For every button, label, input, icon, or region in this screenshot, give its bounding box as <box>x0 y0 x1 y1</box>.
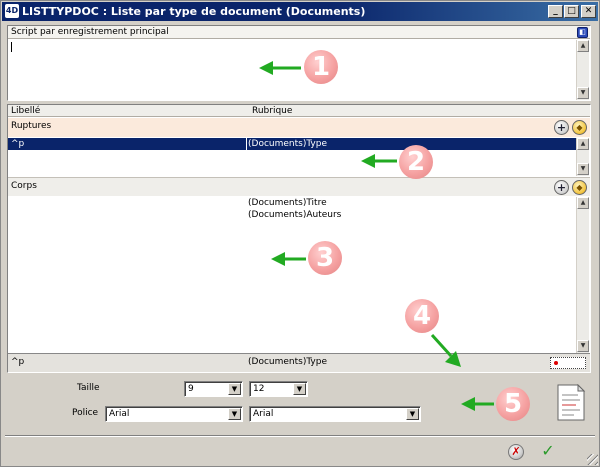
dialog-window: 4D LISTTYPDOC : Liste par type de docume… <box>0 0 600 467</box>
resize-grip-icon[interactable] <box>587 454 598 465</box>
annotation-arrows <box>259 61 494 411</box>
